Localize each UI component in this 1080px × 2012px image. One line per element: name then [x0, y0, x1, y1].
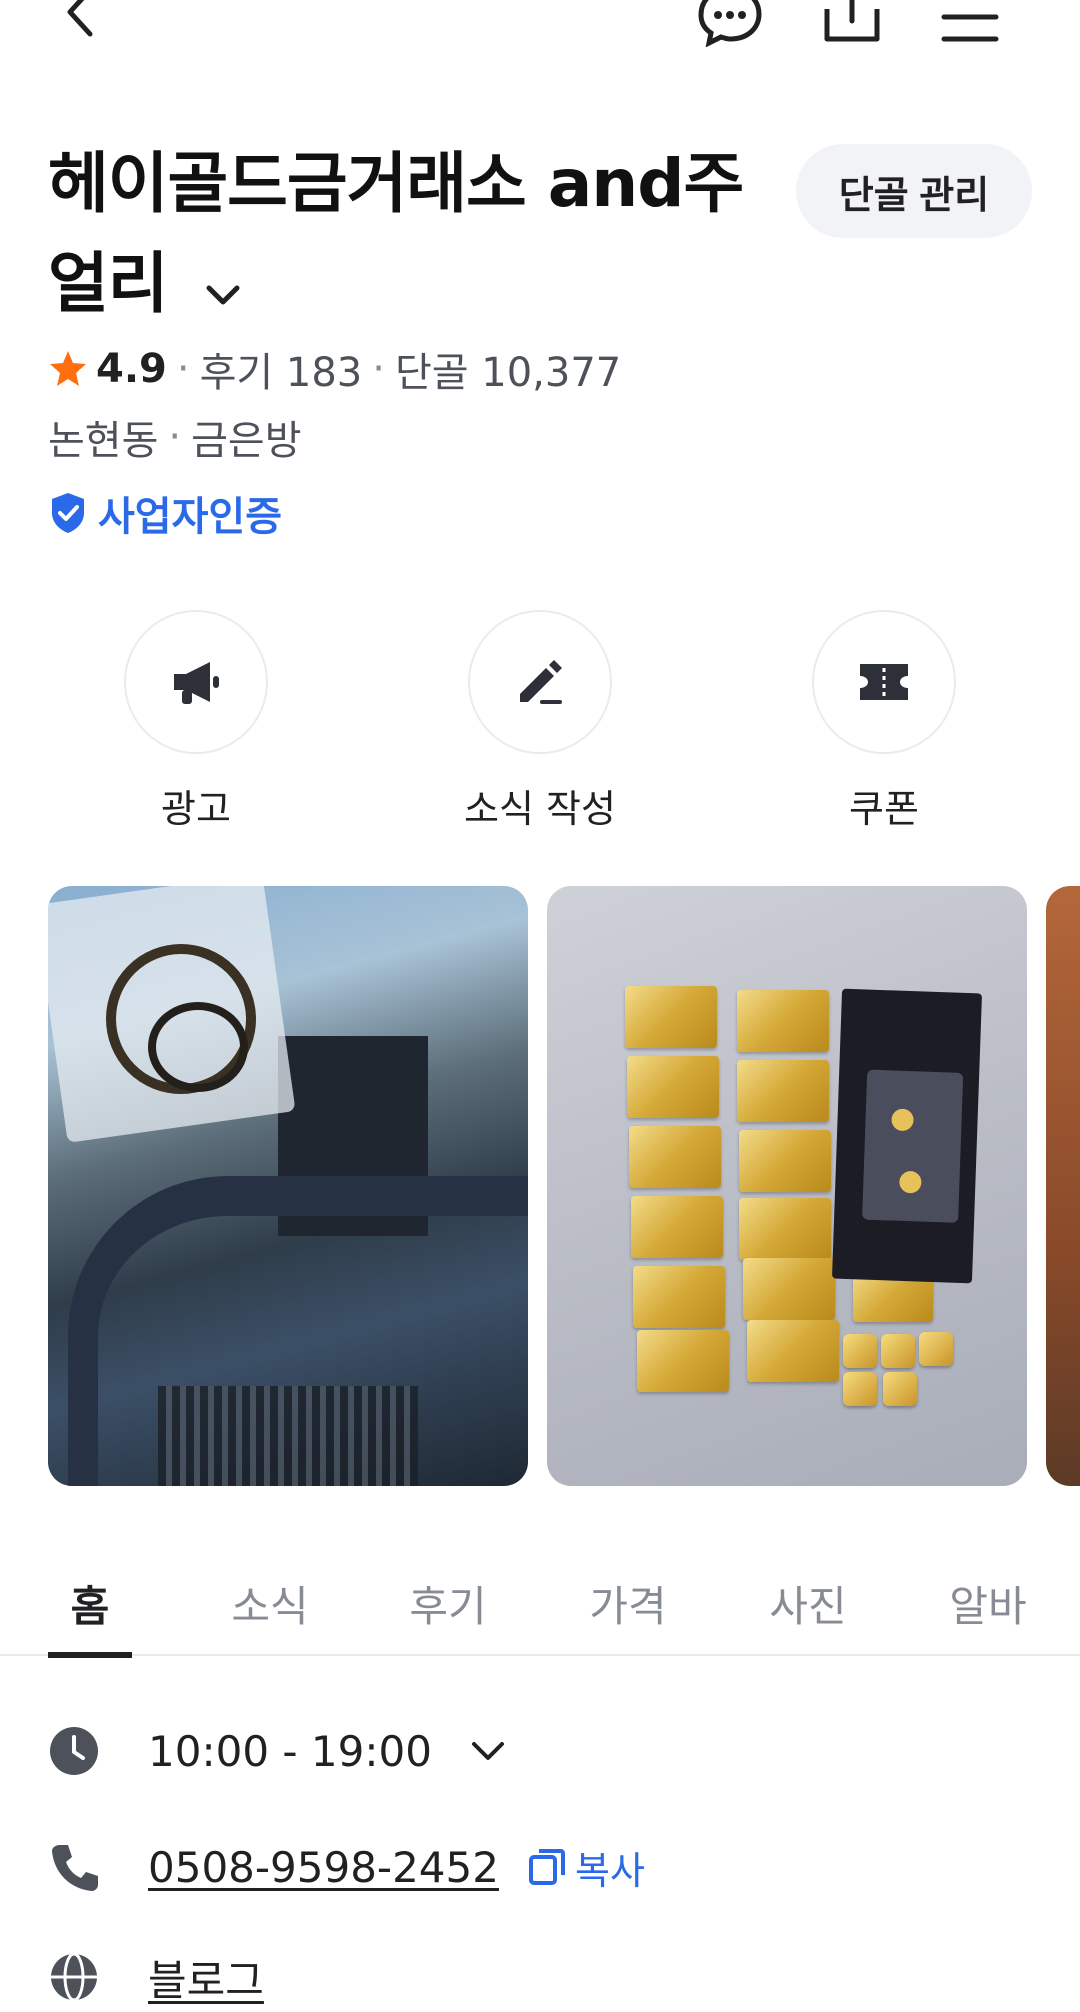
- chevron-down-icon[interactable]: [468, 1736, 508, 1766]
- separator: ·: [168, 414, 182, 460]
- store-photo-rings[interactable]: [48, 886, 528, 1486]
- gold-nugget: [843, 1372, 877, 1406]
- gold-bar: [637, 1330, 729, 1392]
- gold-spoon-set-window: [862, 1069, 964, 1223]
- tab-home[interactable]: 홈: [48, 1550, 132, 1658]
- phone-icon: [48, 1841, 100, 1893]
- write-news-action-button[interactable]: 소식 작성: [430, 610, 650, 833]
- ad-action-button[interactable]: 광고: [86, 610, 306, 833]
- business-verified-badge[interactable]: 사업자인증: [48, 486, 282, 540]
- gold-bar: [633, 1266, 725, 1328]
- copy-phone-button[interactable]: 복사: [525, 1840, 645, 1895]
- photo-grille: [158, 1386, 418, 1486]
- back-icon: [67, 0, 93, 37]
- regular-manage-button[interactable]: 단골 관리: [796, 144, 1032, 238]
- gold-bar: [629, 1126, 721, 1188]
- store-tabs: 홈 소식 후기 가격 사진 알바: [0, 1550, 1080, 1658]
- write-news-action-label: 소식 작성: [464, 787, 616, 831]
- tab-photos[interactable]: 사진: [758, 1550, 858, 1656]
- copy-icon: [528, 1849, 565, 1885]
- ad-action-circle[interactable]: [124, 610, 268, 754]
- gold-bar: [627, 1056, 719, 1118]
- separator: ·: [372, 346, 385, 392]
- rating-value: 4.9: [96, 346, 167, 392]
- gold-bar: [747, 1320, 839, 1382]
- coupon-action-button[interactable]: 쿠폰: [774, 610, 994, 833]
- photo-ring: [148, 1002, 248, 1092]
- copy-label: 복사: [574, 1848, 645, 1893]
- back-button[interactable]: [40, 0, 120, 52]
- business-hours-row[interactable]: 10:00 - 19:00: [48, 1716, 508, 1786]
- blog-row: 블로그: [48, 1942, 264, 2012]
- pencil-icon: [520, 660, 562, 704]
- gold-bar: [739, 1130, 831, 1192]
- blog-link[interactable]: 블로그: [148, 1947, 264, 2008]
- store-photo-partial[interactable]: [1046, 886, 1080, 1486]
- clock-icon: [48, 1725, 100, 1777]
- star-icon: [50, 351, 86, 386]
- tab-jobs[interactable]: 알바: [938, 1550, 1038, 1656]
- gold-spoon-set-card: [831, 988, 983, 1284]
- verified-label: 사업자인증: [98, 494, 282, 540]
- gold-nugget: [883, 1372, 917, 1406]
- phone-number-link[interactable]: 0508-9598-2452: [148, 1843, 499, 1892]
- share-icon: [824, 0, 880, 42]
- store-location: 논현동 · 금은방: [48, 410, 302, 464]
- store-photo-gold-bars[interactable]: [547, 886, 1027, 1486]
- coupon-action-label: 쿠폰: [849, 787, 919, 831]
- share-button[interactable]: [812, 0, 892, 52]
- business-hours: 10:00 - 19:00: [148, 1726, 432, 1776]
- verified-shield-icon: [52, 493, 84, 533]
- coupon-icon: [860, 664, 908, 700]
- coupon-action-circle[interactable]: [812, 610, 956, 754]
- hamburger-menu-icon: [941, 14, 999, 42]
- gold-bar: [737, 990, 829, 1052]
- photo-carousel[interactable]: [48, 886, 1080, 1486]
- store-name-title[interactable]: 헤이골드금거래소 and주얼리: [48, 134, 778, 338]
- tab-prices[interactable]: 가격: [578, 1550, 678, 1656]
- gold-bar: [631, 1196, 723, 1258]
- gold-bar: [625, 986, 717, 1048]
- separator: ·: [176, 346, 190, 392]
- quick-actions: 광고 소식 작성 쿠폰: [0, 610, 1080, 833]
- menu-button[interactable]: [930, 0, 1010, 52]
- tab-news[interactable]: 소식: [220, 1550, 320, 1656]
- category: 금은방: [191, 418, 302, 464]
- gold-nugget: [843, 1334, 877, 1368]
- store-stats: 4.9 · 후기 183 · 단골 10,377: [48, 342, 621, 396]
- ad-action-label: 광고: [161, 787, 231, 831]
- chat-icon: [698, 0, 762, 47]
- tab-reviews[interactable]: 후기: [398, 1550, 498, 1656]
- megaphone-icon: [174, 662, 219, 704]
- chat-button[interactable]: [690, 0, 770, 52]
- gold-nugget: [919, 1332, 953, 1366]
- top-navigation: [0, 0, 1080, 60]
- gold-nugget: [881, 1334, 915, 1368]
- chevron-down-icon[interactable]: [203, 238, 243, 338]
- phone-row: 0508-9598-2452 복사: [48, 1832, 645, 1902]
- write-news-action-circle[interactable]: [468, 610, 612, 754]
- review-count[interactable]: 후기 183: [200, 340, 363, 398]
- regular-count: 단골 10,377: [394, 350, 622, 396]
- neighborhood: 논현동: [48, 418, 159, 464]
- globe-icon: [48, 1951, 100, 2003]
- store-name: 헤이골드금거래소 and주얼리: [48, 145, 744, 322]
- gold-bar: [743, 1258, 835, 1320]
- gold-bar: [737, 1060, 829, 1122]
- gold-bar: [739, 1198, 831, 1260]
